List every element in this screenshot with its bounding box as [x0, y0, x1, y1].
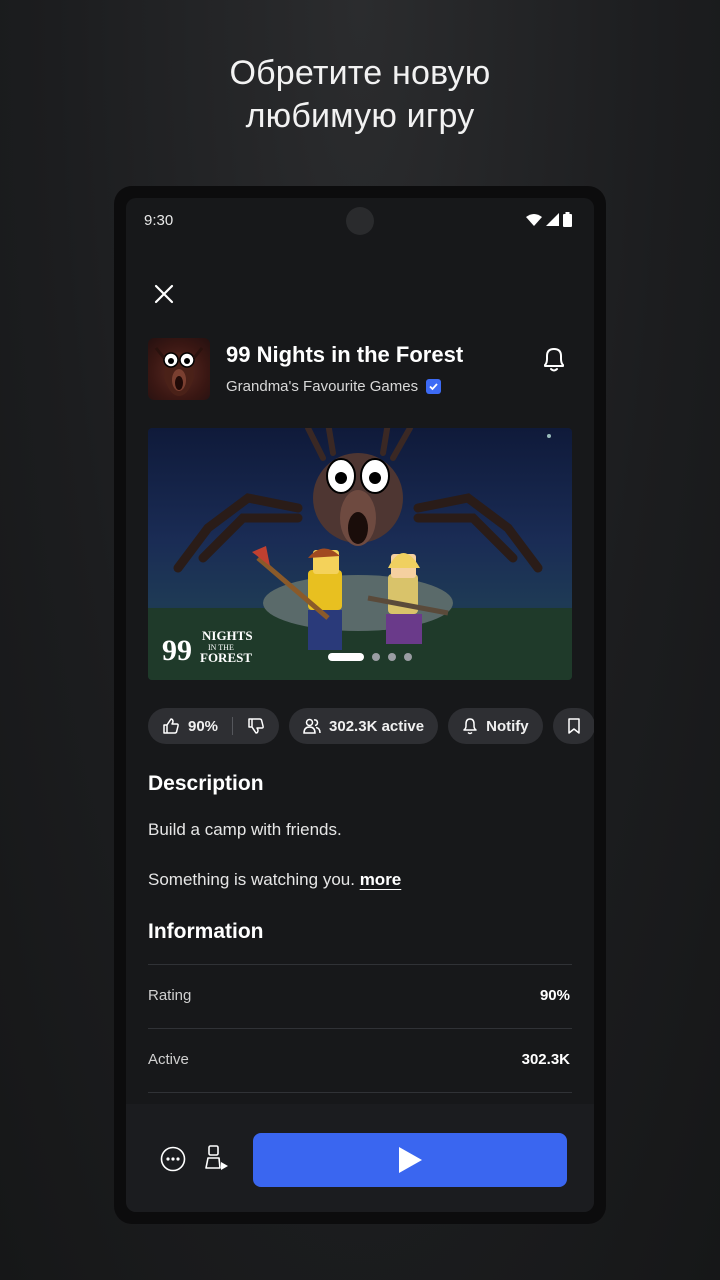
follow-bell-button[interactable]	[540, 344, 568, 374]
signal-icon	[546, 213, 559, 226]
description-line-1: Build a camp with friends.	[148, 820, 342, 839]
info-value: 302.3K	[521, 1051, 570, 1068]
hero-artwork: 99 NIGHTS IN THE FOREST	[148, 428, 572, 680]
bottom-action-bar	[126, 1104, 594, 1212]
more-icon	[160, 1146, 186, 1172]
status-bar: 9:30	[126, 198, 594, 242]
verified-icon	[426, 379, 442, 394]
information-heading: Information	[148, 920, 264, 943]
active-count: 302.3K active	[329, 717, 425, 735]
bookmark-chip[interactable]	[552, 708, 594, 744]
thumbs-down-icon	[248, 718, 264, 734]
chip-divider	[232, 717, 234, 735]
game-media-carousel[interactable]: 99 NIGHTS IN THE FOREST	[148, 428, 572, 680]
thumbs-up-icon	[163, 718, 179, 734]
carousel-dot[interactable]	[372, 653, 380, 661]
carousel-indicator	[328, 653, 412, 661]
notify-label: Notify	[486, 717, 529, 735]
notify-chip[interactable]: Notify	[448, 708, 543, 744]
close-icon	[154, 284, 174, 304]
status-time: 9:30	[144, 212, 174, 229]
wifi-icon	[526, 213, 542, 226]
promo-line-2: любимую игру	[245, 97, 475, 135]
rating-percent: 90%	[188, 717, 219, 735]
active-players-chip[interactable]: 302.3K active	[289, 708, 439, 744]
play-icon	[399, 1147, 422, 1173]
close-button[interactable]	[150, 280, 178, 308]
people-icon	[303, 718, 321, 734]
deer-icon	[154, 347, 204, 396]
game-title: 99 Nights in the Forest	[226, 342, 464, 367]
phone-frame: 9:30 99 Nights in the Forest Grandma's F…	[114, 186, 606, 1224]
downvote-button[interactable]	[247, 717, 265, 735]
front-camera	[346, 207, 374, 235]
creator-name: Grandma's Favourite Games	[226, 378, 419, 395]
status-icons	[526, 212, 572, 227]
bell-icon	[544, 348, 564, 372]
carousel-dot[interactable]	[404, 653, 412, 661]
info-value: 90%	[539, 987, 570, 1004]
game-thumbnail[interactable]	[148, 338, 210, 400]
app-screen: 9:30 99 Nights in the Forest Grandma's F…	[126, 198, 594, 1212]
more-link[interactable]: more	[360, 870, 402, 889]
stats-chip-row: 90% 302.3K active Notify	[148, 708, 594, 746]
upvote-button[interactable]: 90%	[162, 717, 218, 735]
hero-logo-text: NIGHTS	[202, 628, 253, 643]
vote-chip: 90%	[148, 708, 280, 744]
more-options-button[interactable]	[160, 1146, 186, 1172]
info-row-rating: Rating 90%	[148, 964, 572, 1029]
description-heading: Description	[148, 772, 264, 795]
battery-icon	[563, 212, 572, 227]
info-label: Rating	[148, 987, 192, 1004]
hero-logo-forest: FOREST	[200, 650, 252, 665]
game-header: 99 Nights in the Forest Grandma's Favour…	[148, 338, 572, 402]
info-label: Active	[148, 1051, 189, 1068]
bell-icon	[463, 718, 477, 735]
description-line-2: Something is watching you. more	[148, 870, 401, 890]
avatar-button[interactable]	[204, 1144, 230, 1174]
play-button[interactable]	[253, 1133, 567, 1187]
hero-logo-number: 99	[162, 634, 192, 667]
carousel-dot[interactable]	[388, 653, 396, 661]
description-text: Something is watching you.	[148, 870, 355, 889]
avatar-icon	[205, 1145, 228, 1170]
creator-link[interactable]: Grandma's Favourite Games	[226, 378, 442, 395]
bookmark-icon	[567, 718, 580, 734]
info-row-active: Active 302.3K	[148, 1028, 572, 1093]
carousel-dot-active[interactable]	[328, 653, 364, 661]
promo-heading: Обретите новую любимую игру	[0, 52, 720, 138]
promo-line-1: Обретите новую	[229, 54, 491, 92]
